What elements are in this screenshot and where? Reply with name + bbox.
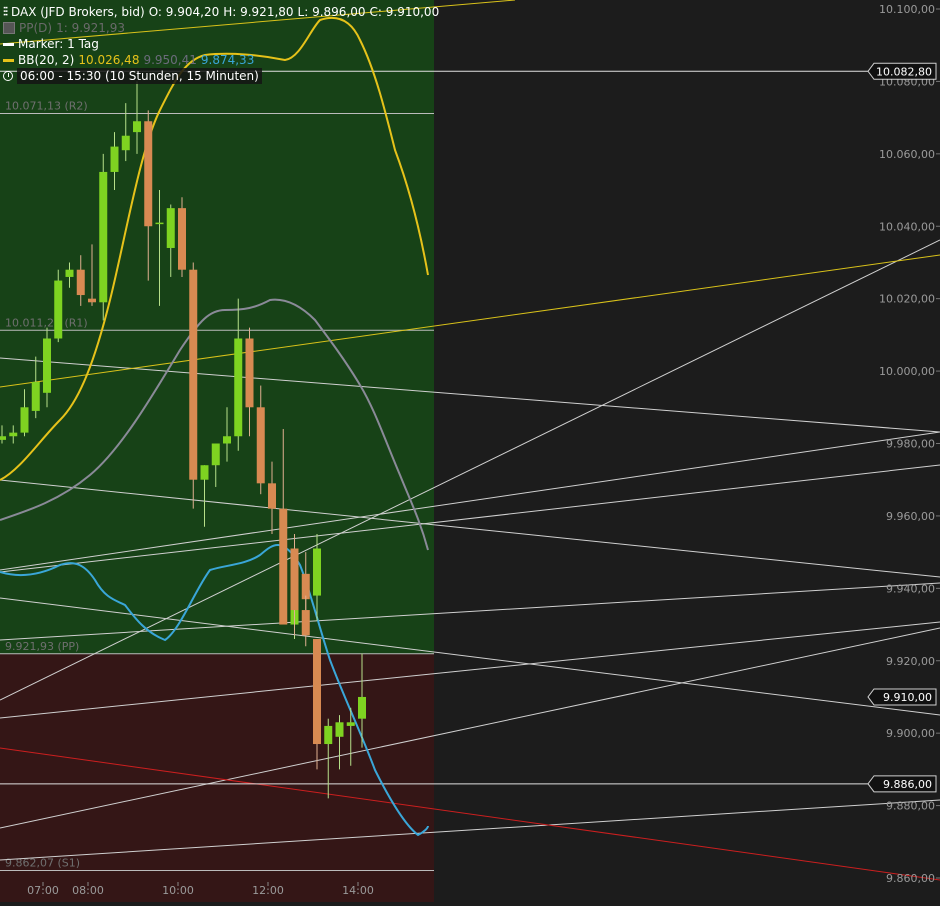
x-tick-label: 07:00: [27, 884, 59, 897]
price-tag-label: 10.082,80: [876, 65, 932, 78]
ohlc-bars-icon: ⫶⫶: [3, 5, 8, 19]
y-tick-label: 9.940,00: [886, 582, 935, 595]
y-tick-label: 10.060,00: [879, 148, 935, 161]
price-tag[interactable]: 9.910,00: [867, 688, 937, 706]
y-tick-label: 9.960,00: [886, 510, 935, 523]
close-value: C: 9.910,00: [369, 5, 440, 19]
y-tick-label: 10.020,00: [879, 293, 935, 306]
candle-body: [178, 208, 186, 270]
candle-body: [245, 338, 254, 408]
candle-body: [290, 548, 299, 611]
candle-body: [301, 573, 310, 600]
price-tag-label: 9.910,00: [883, 691, 932, 704]
candle-body: [313, 548, 321, 596]
low-value: L: 9.896,00: [297, 5, 366, 19]
candle[interactable]: [54, 269, 63, 343]
session-label: 06:00 - 15:30 (10 Stunden, 15 Minuten): [17, 68, 262, 84]
candle-body: [20, 407, 29, 433]
candle-body: [335, 722, 344, 737]
candle-body: [189, 269, 198, 480]
x-tick-label: 08:00: [72, 884, 104, 897]
pivot-swatch-icon: [3, 22, 15, 34]
high-value: H: 9.921,80: [223, 5, 294, 19]
candle-body: [268, 483, 276, 509]
open-value: O: 9.904,20: [148, 5, 220, 19]
legend-marker-row[interactable]: Marker: 1 Tag: [3, 36, 443, 52]
candle-body: [200, 465, 209, 480]
price-tag-label: 9.886,00: [883, 778, 932, 791]
candle-body: [43, 338, 51, 393]
marker-swatch-icon: [3, 42, 14, 46]
candle-body: [223, 436, 231, 444]
candle-body: [324, 725, 333, 745]
legend-session-row[interactable]: 06:00 - 15:30 (10 Stunden, 15 Minuten): [3, 68, 443, 84]
y-tick-label: 10.100,00: [879, 3, 935, 16]
candle-body: [301, 610, 310, 636]
candle-body: [279, 508, 288, 625]
x-tick-label: 14:00: [342, 884, 374, 897]
y-tick-label: 9.880,00: [886, 800, 935, 813]
candle-body: [211, 443, 220, 466]
pivot-label: PP(D): [19, 21, 53, 35]
pivot-label-s1: 9.862,07 (S1): [5, 857, 80, 870]
candle-body: [76, 269, 85, 296]
candle-body: [54, 280, 63, 339]
candle[interactable]: [189, 262, 198, 509]
y-tick-label: 10.040,00: [879, 220, 935, 233]
candle-body: [313, 639, 321, 745]
pivot-label-r2: 10.071,13 (R2): [5, 100, 88, 113]
pivot-label-pp: 9.921,93 (PP): [5, 640, 79, 653]
candle-body: [99, 171, 108, 303]
legend-pivot-row[interactable]: PP(D) 1: 9.921,93: [3, 20, 443, 36]
bb-upper-value: 10.026,48: [78, 53, 140, 67]
y-tick-label: 9.920,00: [886, 655, 935, 668]
pivot-label-r1: 10.011,27 (R1): [5, 316, 88, 329]
candle-body: [88, 298, 96, 303]
bb-lower-value: 9.874,33: [200, 53, 255, 67]
candle-body: [31, 381, 40, 411]
x-tick-label: 12:00: [252, 884, 284, 897]
marker-label: Marker: 1 Tag: [18, 37, 99, 51]
candle-body: [346, 722, 355, 726]
pivot-value: 1: 9.921,93: [56, 21, 126, 35]
y-tick-label: 9.900,00: [886, 727, 935, 740]
y-tick-label: 10.000,00: [879, 365, 935, 378]
bb-swatch-icon: [3, 58, 14, 62]
candle-body: [110, 146, 119, 172]
candle-body: [0, 436, 6, 440]
candle-body: [256, 407, 265, 484]
candle-body: [133, 121, 141, 133]
legend-ohlc-row[interactable]: ⫶⫶ DAX (JFD Brokers, bid) O: 9.904,20 H:…: [3, 4, 443, 20]
clock-icon: [3, 71, 13, 81]
price-tag[interactable]: 10.082,80: [867, 62, 937, 80]
candle[interactable]: [178, 197, 186, 277]
x-tick-label: 10:00: [162, 884, 194, 897]
price-tag[interactable]: 9.886,00: [867, 775, 937, 793]
candle-body: [9, 432, 18, 437]
bb-label: BB(20, 2): [18, 53, 75, 67]
chart-legend: ⫶⫶ DAX (JFD Brokers, bid) O: 9.904,20 H:…: [3, 4, 443, 84]
candle-body: [358, 696, 366, 719]
candle-body: [65, 269, 74, 277]
instrument-name: DAX (JFD Brokers, bid): [11, 5, 145, 19]
candle-body: [155, 222, 164, 225]
candle-body: [166, 208, 175, 248]
y-tick-label: 9.980,00: [886, 438, 935, 451]
y-tick-label: 9.860,00: [886, 872, 935, 885]
candlestick-chart[interactable]: 10.071,13 (R2) 10.011,27 (R1) 9.921,93 (PP…: [0, 0, 940, 902]
legend-bb-row[interactable]: BB(20, 2) 10.026,48 9.950,41 9.874,33: [3, 52, 443, 68]
bb-mid-value: 9.950,41: [143, 53, 197, 67]
candle[interactable]: [99, 153, 108, 321]
candle-body: [144, 121, 153, 227]
candle-body: [121, 135, 130, 151]
chart-area[interactable]: 10.071,13 (R2) 10.011,27 (R1) 9.921,93 (PP…: [0, 0, 940, 902]
candle-body: [234, 338, 243, 437]
